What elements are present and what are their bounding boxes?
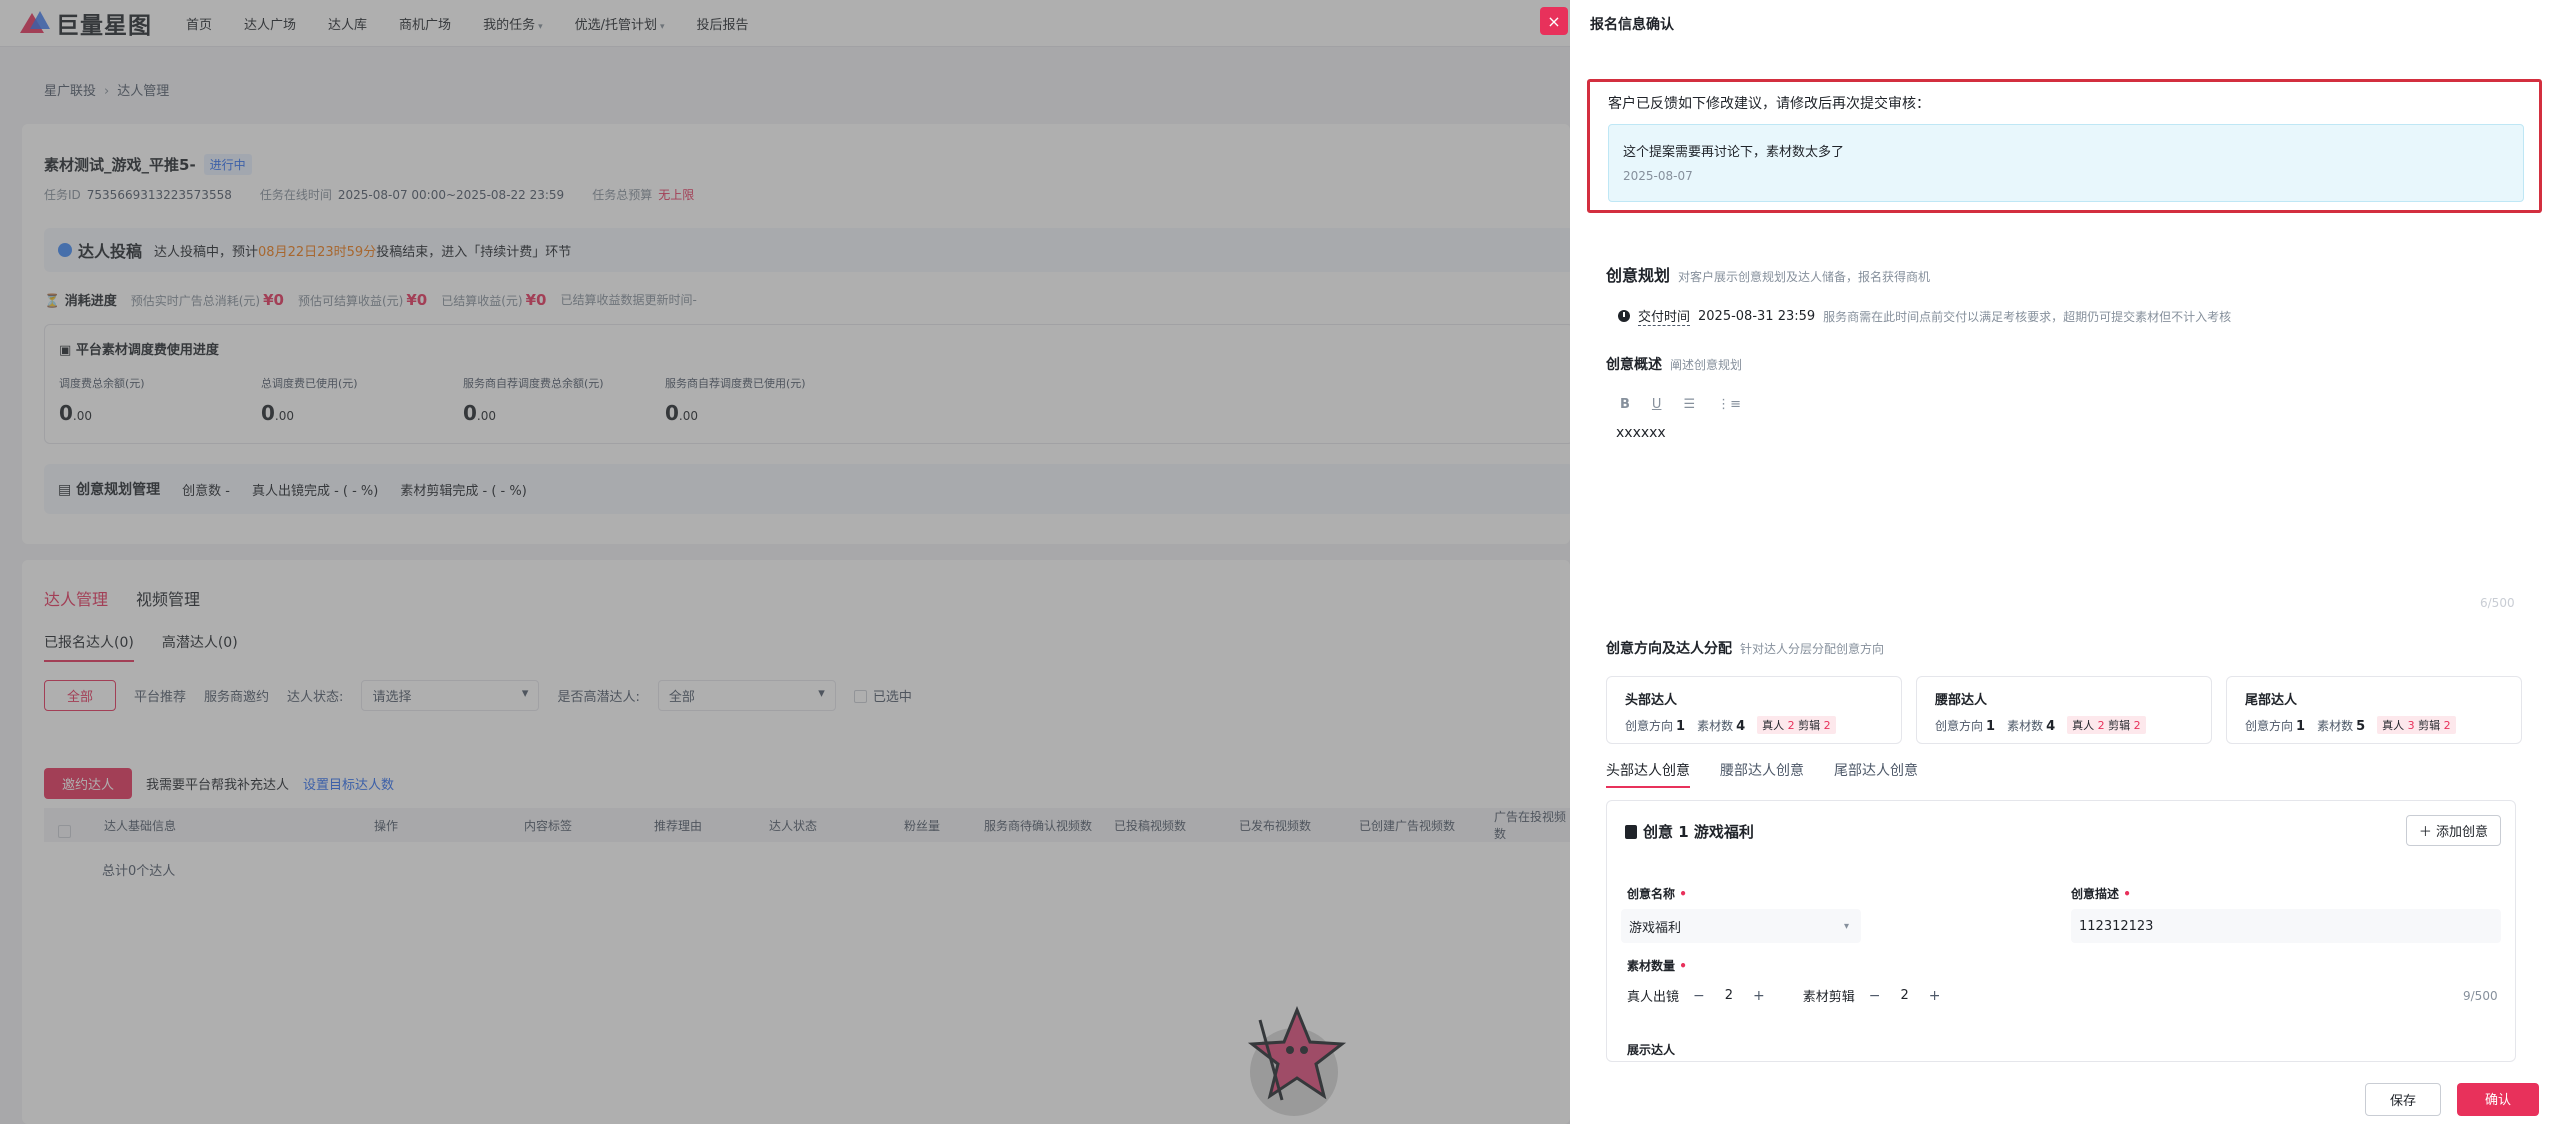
material-split-tag: 真人 2 剪辑 2: [2067, 716, 2146, 734]
material-qty-row: 真人出镜 − 2 + 素材剪辑 − 2 +: [1627, 987, 1941, 1006]
drawer-title: 报名信息确认: [1590, 17, 1674, 33]
save-button[interactable]: 保存: [2364, 1083, 2441, 1116]
plus-icon[interactable]: +: [1753, 988, 1765, 1004]
tab-tail-idea[interactable]: 尾部达人创意: [1834, 760, 1918, 788]
underline-icon[interactable]: U: [1652, 397, 1662, 412]
bold-icon[interactable]: B: [1620, 397, 1630, 412]
document-icon: [1625, 824, 1637, 839]
deliver-value: 2025-08-31 23:59: [1698, 308, 1816, 324]
dist-card-middle: 腰部达人 创意方向 1 素材数 4 真人 2 剪辑 2: [1916, 676, 2212, 744]
close-icon[interactable]: ×: [1540, 7, 1568, 35]
overview-editor[interactable]: xxxxxx: [1616, 425, 1666, 441]
desc-counter: 9/500: [2463, 989, 2498, 1003]
editor-toolbar: B U ☰ ⋮≡: [1620, 397, 1741, 412]
idea-tabs: 头部达人创意 腰部达人创意 尾部达人创意: [1606, 760, 1918, 788]
chevron-down-icon: ▾: [1843, 920, 1849, 932]
tab-head-idea[interactable]: 头部达人创意: [1606, 760, 1690, 788]
show-talent-label: 展示达人: [1627, 1043, 1676, 1057]
tab-middle-idea[interactable]: 腰部达人创意: [1720, 760, 1804, 788]
dist-card-head: 头部达人 创意方向 1 素材数 4 真人 2 剪辑 2: [1606, 676, 1902, 744]
modal-overlay[interactable]: [0, 0, 1570, 1124]
plan-title: 创意规划 对客户展示创意规划及达人储备，报名获得商机: [1606, 266, 1931, 285]
deliver-time: 交付时间 2025-08-31 23:59 服务商需在此时间点前交付以满足考核要…: [1618, 306, 2231, 326]
idea-name-label: 创意名称 •: [1627, 887, 1687, 901]
idea-card: 创意 1 游戏福利 ＋ 添加创意 创意名称 • 游戏福利 ▾ 创意描述 • 112…: [1606, 800, 2516, 1062]
add-idea-button[interactable]: ＋ 添加创意: [2405, 815, 2501, 846]
dist-card-tail: 尾部达人 创意方向 1 素材数 5 真人 3 剪辑 2: [2226, 676, 2522, 744]
edit-stepper: − 2 +: [1869, 988, 1941, 1004]
clock-icon: [1618, 310, 1630, 322]
minus-icon[interactable]: −: [1869, 988, 1881, 1004]
signup-confirm-drawer: 报名信息确认 客户已反馈如下修改建议，请修改后再次提交审核： 这个提案需要再讨论…: [1570, 0, 2559, 1124]
edit-value[interactable]: 2: [1901, 988, 1909, 1003]
page: 巨量星图 首页 达人广场 达人库 商机广场 我的任务 ▾ 优选/托管计划 ▾ 投后报…: [0, 0, 2559, 1124]
numbered-list-icon[interactable]: ⋮≡: [1717, 397, 1741, 412]
material-qty-label: 素材数量 •: [1627, 959, 1687, 973]
idea-name-select[interactable]: 游戏福利 ▾: [1621, 909, 1861, 943]
direction-title: 创意方向及达人分配 针对达人分层分配创意方向: [1606, 641, 1885, 657]
feedback-box: 这个提案需要再讨论下，素材数太多了 2025-08-07: [1608, 124, 2524, 202]
material-split-tag: 真人 3 剪辑 2: [2377, 716, 2456, 734]
real-value[interactable]: 2: [1725, 988, 1733, 1003]
feedback-date: 2025-08-07: [1623, 169, 1693, 183]
confirm-button[interactable]: 确认: [2456, 1083, 2539, 1116]
material-split-tag: 真人 2 剪辑 2: [1757, 716, 1836, 734]
feedback-head: 客户已反馈如下修改建议，请修改后再次提交审核：: [1608, 96, 1930, 112]
feedback-section: 客户已反馈如下修改建议，请修改后再次提交审核： 这个提案需要再讨论下，素材数太多…: [1587, 79, 2542, 213]
overview-counter: 6/500: [2480, 596, 2515, 610]
bullet-list-icon[interactable]: ☰: [1683, 397, 1695, 412]
idea-desc-input[interactable]: 112312123: [2071, 909, 2501, 943]
distribution-cards: 头部达人 创意方向 1 素材数 4 真人 2 剪辑 2 腰部达人 创意方向 1 素材数…: [1606, 676, 2522, 744]
drawer-footer: 保存 确认: [2364, 1083, 2539, 1116]
feedback-message: 这个提案需要再讨论下，素材数太多了: [1623, 145, 1845, 160]
overview-title: 创意概述 阐述创意规划: [1606, 357, 1743, 373]
idea-title: 创意 1 游戏福利: [1625, 821, 1754, 842]
plus-icon[interactable]: +: [1929, 988, 1941, 1004]
real-stepper: − 2 +: [1693, 988, 1765, 1004]
idea-desc-label: 创意描述 •: [2071, 887, 2131, 901]
minus-icon[interactable]: −: [1693, 988, 1705, 1004]
